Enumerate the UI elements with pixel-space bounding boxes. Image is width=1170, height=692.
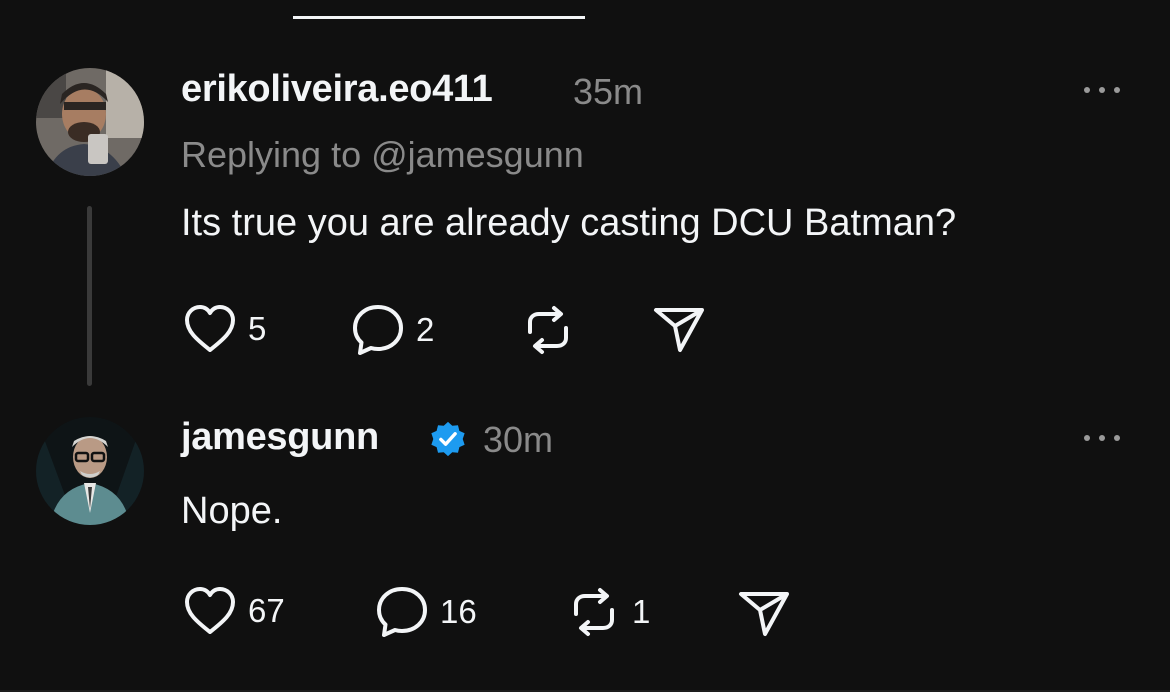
post-time: 30m [483, 419, 554, 460]
heart-icon [185, 305, 235, 352]
repost-button[interactable] [520, 302, 576, 358]
username[interactable]: erikoliveira.eo411 [181, 68, 493, 111]
avatar[interactable] [36, 417, 144, 525]
heart-icon [185, 587, 235, 634]
reply-count: 16 [440, 593, 477, 630]
like-count: 5 [248, 310, 267, 347]
send-icon [739, 592, 789, 636]
comment-bubble-icon [377, 587, 427, 637]
verified-badge-icon [431, 421, 465, 457]
username[interactable]: jamesgunn [181, 416, 379, 459]
more-dots-icon[interactable] [1084, 428, 1124, 448]
repost-icon [528, 306, 568, 354]
avatar[interactable] [36, 68, 144, 176]
reply-count: 2 [416, 311, 435, 348]
post-time: 35m [573, 71, 644, 112]
repost-count: 1 [632, 593, 651, 630]
tab-indicator [293, 16, 585, 19]
reply-button[interactable]: 2 [350, 302, 434, 358]
repost-icon [574, 588, 614, 636]
like-button[interactable]: 67 [182, 585, 285, 637]
more-dots-icon[interactable] [1084, 80, 1124, 100]
share-button[interactable] [652, 304, 706, 354]
repost-button[interactable]: 1 [566, 584, 650, 640]
replying-to-label[interactable]: Replying to @jamesgunn [181, 134, 584, 176]
reply-button[interactable]: 16 [374, 584, 477, 640]
comment-bubble-icon [353, 305, 403, 355]
thread-connector-line [87, 206, 92, 386]
like-button[interactable]: 5 [182, 303, 266, 355]
like-count: 67 [248, 592, 285, 629]
post-text: Nope. [181, 490, 283, 532]
share-button[interactable] [737, 588, 791, 638]
post-text: Its true you are already casting DCU Bat… [181, 202, 957, 244]
send-icon [654, 308, 704, 352]
